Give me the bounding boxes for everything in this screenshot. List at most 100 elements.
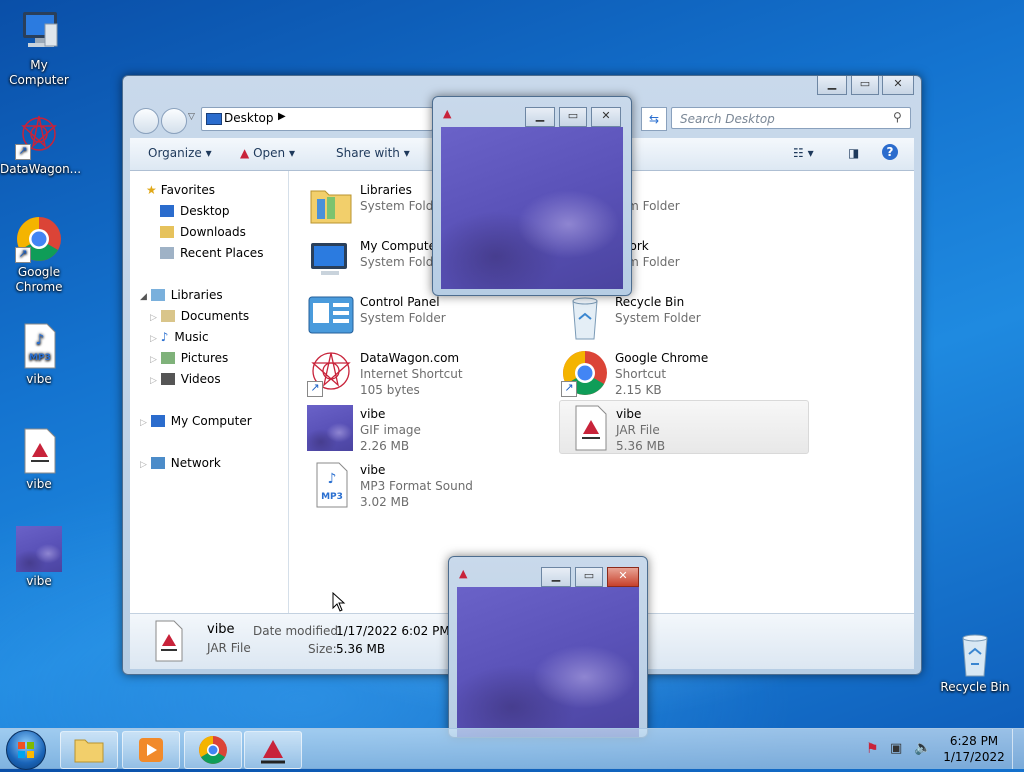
details-date-label: Date modified:	[253, 624, 343, 638]
taskbar-media-player-button[interactable]	[122, 731, 180, 769]
search-icon: ⚲	[893, 110, 902, 124]
nav-music[interactable]: ▷ ♪ Music	[150, 330, 209, 344]
file-item-google-chrome[interactable]: ↗ Google Chrome Shortcut 2.15 KB	[561, 347, 801, 399]
details-type: JAR File	[207, 641, 251, 655]
nav-documents[interactable]: ▷ Documents	[150, 309, 249, 323]
nav-desktop[interactable]: Desktop	[160, 204, 230, 218]
libraries-icon	[150, 289, 165, 301]
back-button[interactable]	[133, 108, 159, 134]
desktop-icon-vibe-jar[interactable]: vibe	[0, 427, 78, 492]
taskbar-chrome-button[interactable]	[184, 731, 242, 769]
taskbar-explorer-button[interactable]	[60, 731, 118, 769]
close-button[interactable]: ✕	[607, 567, 639, 587]
file-item-vibe-jar[interactable]: vibe JAR File 5.36 MB	[559, 400, 809, 454]
expand-arrow-icon[interactable]: ▷	[140, 418, 147, 428]
nav-videos[interactable]: ▷ Videos	[150, 372, 221, 386]
nav-label: Desktop	[180, 204, 230, 218]
item-name: vibe	[360, 407, 386, 421]
view-options-icon[interactable]: ☷ ▾	[793, 146, 814, 160]
help-icon[interactable]: ?	[882, 144, 898, 160]
svg-text:♪: ♪	[36, 332, 45, 348]
desktop-icon-google-chrome[interactable]: ↗ Google Chrome	[0, 215, 78, 295]
desktop-icon-vibe-mp3[interactable]: ♪ MP3 vibe	[0, 322, 78, 387]
item-type: Shortcut	[615, 367, 667, 381]
datawagon-star-icon: ↗	[15, 112, 63, 160]
desktop-folder-icon	[160, 205, 174, 217]
maximize-button[interactable]: ▭	[559, 107, 587, 127]
nav-pictures[interactable]: ▷ Pictures	[150, 351, 228, 365]
search-input[interactable]: Search Desktop	[671, 107, 911, 129]
computer-icon	[150, 415, 165, 427]
minimize-button[interactable]: ▁	[525, 107, 555, 127]
nav-label: Pictures	[180, 351, 229, 365]
network-tray-icon[interactable]: ▣	[890, 741, 902, 756]
desktop-icon-label: vibe	[26, 372, 52, 386]
item-size: 5.36 MB	[616, 439, 666, 453]
item-name: vibe	[360, 463, 386, 477]
windows-logo-icon	[18, 742, 34, 758]
open-button[interactable]: ▲ Open ▾	[240, 146, 295, 160]
desktop-icon-vibe-gif[interactable]: vibe	[0, 526, 78, 589]
address-bar[interactable]: Desktop ▶	[201, 107, 433, 131]
nav-label: Documents	[180, 309, 250, 323]
nav-label: Libraries	[170, 288, 223, 302]
expand-arrow-icon[interactable]: ◢	[140, 292, 147, 302]
expand-arrow-icon[interactable]: ▷	[150, 355, 157, 365]
file-item-recycle-bin[interactable]: Recycle Bin System Folder	[561, 291, 801, 343]
nav-network[interactable]: ▷ Network	[140, 456, 221, 470]
item-name: DataWagon.com	[360, 351, 460, 365]
minimize-button[interactable]: ▁	[817, 76, 847, 95]
organize-button[interactable]: Organize ▾	[148, 146, 212, 160]
start-button[interactable]	[6, 730, 46, 770]
show-desktop-button[interactable]	[1012, 729, 1024, 769]
file-item-vibe-mp3[interactable]: ♪ MP3 vibe MP3 Format Sound 3.02 MB	[307, 459, 547, 511]
nav-downloads[interactable]: Downloads	[160, 225, 246, 239]
chrome-icon: ↗	[15, 215, 63, 263]
pictures-icon	[160, 352, 175, 364]
nav-libraries[interactable]: ◢ Libraries	[140, 288, 223, 302]
flag-alert-icon[interactable]: ⚑	[866, 741, 879, 757]
close-button[interactable]: ✕	[591, 107, 621, 127]
chevron-right-icon[interactable]: ▶	[278, 111, 286, 122]
expand-arrow-icon[interactable]: ▷	[150, 313, 157, 323]
desktop-icon-recycle-bin[interactable]: Recycle Bin	[936, 630, 1014, 695]
svg-text:MP3: MP3	[29, 353, 51, 363]
desktop-icon-label: Google Chrome	[15, 265, 63, 294]
minimize-button[interactable]: ▁	[541, 567, 571, 587]
preview-pane-icon[interactable]: ◨	[848, 146, 859, 160]
recent-pages-icon[interactable]: ▽	[188, 112, 195, 122]
share-with-button[interactable]: Share with ▾	[336, 146, 410, 160]
nav-recent-places[interactable]: Recent Places	[160, 246, 263, 260]
maximize-button[interactable]: ▭	[851, 76, 879, 95]
gif-thumbnail	[16, 526, 62, 572]
datawagon-star-icon: ↗	[307, 349, 355, 397]
computer-icon	[307, 237, 355, 285]
desktop-icon-my-computer[interactable]: My Computer	[0, 8, 78, 88]
volume-icon[interactable]: 🔈	[914, 740, 931, 756]
refresh-button[interactable]: ⇆	[641, 107, 667, 131]
item-size: 2.15 KB	[615, 383, 662, 397]
expand-arrow-icon[interactable]: ▷	[150, 334, 157, 344]
file-item-datawagon[interactable]: ↗ DataWagon.com Internet Shortcut 105 by…	[307, 347, 547, 399]
nav-my-computer[interactable]: ▷ My Computer	[140, 414, 252, 428]
item-type: System Folder	[615, 311, 701, 325]
file-item-control-panel[interactable]: Control Panel System Folder	[307, 291, 547, 343]
item-name: vibe	[616, 407, 642, 421]
file-item-vibe-gif[interactable]: vibe GIF image 2.26 MB	[307, 403, 547, 455]
taskbar-java-button[interactable]	[244, 731, 302, 769]
expand-arrow-icon[interactable]: ▷	[150, 376, 157, 386]
forward-button[interactable]	[161, 108, 187, 134]
close-button[interactable]: ✕	[882, 76, 914, 95]
item-name: Google Chrome	[615, 351, 709, 365]
nav-label: Music	[174, 330, 209, 344]
nav-favorites[interactable]: ★ Favorites	[146, 183, 215, 197]
expand-arrow-icon[interactable]: ▷	[140, 460, 147, 470]
details-size-label: Size:	[308, 642, 337, 656]
desktop-icon-datawagon[interactable]: ↗ DataWagon...	[0, 112, 81, 177]
maximize-button[interactable]: ▭	[575, 567, 603, 587]
java-small-icon: ▲	[459, 567, 468, 580]
clock[interactable]: 6:28 PM 1/17/2022	[940, 733, 1008, 765]
nav-label: Videos	[180, 372, 221, 386]
navigation-pane: ★ Favorites Desktop Downloads Recent Plac…	[130, 171, 289, 613]
java-file-icon	[566, 404, 614, 452]
